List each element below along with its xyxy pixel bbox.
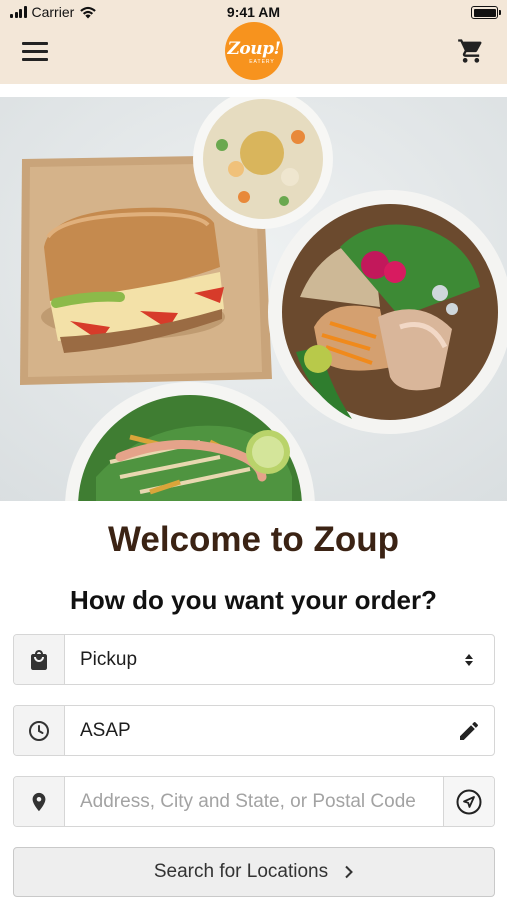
edit-time-button[interactable] [443, 706, 494, 755]
clock-icon [29, 720, 49, 741]
address-field[interactable] [13, 776, 495, 827]
status-time: 9:41 AM [226, 4, 281, 20]
order-time-prefix [14, 706, 65, 755]
address-input[interactable] [65, 777, 443, 826]
shopping-bag-icon [31, 649, 47, 670]
welcome-title: Welcome to Zoup [107, 520, 400, 559]
order-question: How do you want your order? [70, 585, 437, 615]
order-type-select[interactable]: Pickup [13, 634, 495, 685]
navigation-arrow-icon [456, 789, 482, 814]
use-location-button[interactable] [443, 777, 494, 826]
order-time-value: ASAP [65, 706, 443, 755]
hamburger-menu-icon[interactable] [22, 40, 48, 62]
logo-text: Zoup! [227, 39, 281, 59]
app-header: Zoup! EATERY [0, 22, 507, 84]
sort-arrows-icon [464, 653, 473, 666]
order-type-suffix [443, 635, 494, 684]
zoup-logo[interactable]: Zoup! EATERY [225, 22, 283, 80]
search-locations-button[interactable]: Search for Locations [13, 847, 495, 897]
order-time-field[interactable]: ASAP [13, 705, 495, 756]
order-type-prefix [14, 635, 65, 684]
battery-icon [471, 6, 501, 19]
order-type-value: Pickup [65, 635, 443, 684]
status-bar: Carrier 9:41 AM [0, 0, 507, 24]
shopping-cart-icon[interactable] [457, 37, 485, 65]
search-locations-label: Search for Locations [153, 861, 329, 882]
hero-food-image [0, 97, 507, 501]
location-pin-icon [32, 792, 46, 811]
address-prefix [14, 777, 65, 826]
food-illustration [0, 97, 507, 501]
pencil-edit-icon [459, 721, 478, 740]
chevron-right-icon [345, 865, 354, 879]
logo-subtext: EATERY [249, 59, 275, 65]
